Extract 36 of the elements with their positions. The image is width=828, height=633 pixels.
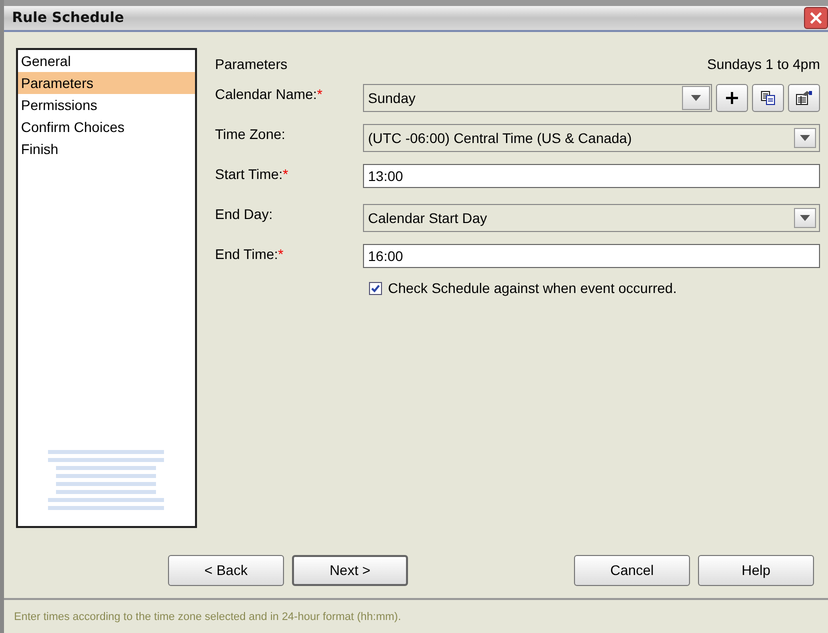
sidebar-item[interactable]: General	[18, 50, 195, 72]
status-bar: Enter times according to the time zone selected and in 24-hour format (hh:mm).	[4, 598, 828, 633]
panel-title: Parameters	[215, 56, 288, 72]
plus-icon	[725, 91, 739, 105]
field-label: End Day:	[215, 205, 274, 222]
copy-button[interactable]	[752, 84, 784, 112]
checkbox-label: Check Schedule against when event occurred.	[388, 280, 677, 296]
dialog-button[interactable]: Next >	[292, 554, 408, 586]
time-input[interactable]: 13:00	[363, 164, 820, 188]
checkbox[interactable]	[369, 282, 382, 294]
sidebar-item[interactable]: Parameters	[18, 72, 195, 94]
sidebar-item[interactable]: Permissions	[18, 94, 195, 116]
copy-icon	[760, 90, 776, 106]
field-label: Calendar Name:*	[215, 85, 324, 102]
window-title: Rule Schedule	[12, 10, 124, 26]
properties-button[interactable]	[788, 84, 820, 112]
dropdown-field[interactable]: (UTC -06:00) Central Time (US & Canada)	[363, 124, 820, 152]
dropdown-arrow-icon	[800, 215, 810, 221]
close-button[interactable]	[804, 7, 828, 29]
dropdown-arrow-icon	[691, 95, 701, 101]
dialog-button[interactable]: Cancel	[574, 554, 690, 586]
close-icon	[809, 11, 823, 25]
dropdown-field[interactable]: Sunday	[363, 84, 712, 112]
time-input[interactable]: 16:00	[363, 244, 820, 268]
dropdown-field[interactable]: Calendar Start Day	[363, 204, 820, 232]
field-label: Time Zone:	[215, 125, 286, 142]
schedule-summary: Sundays 1 to 4pm	[707, 56, 820, 72]
sidebar-item[interactable]: Finish	[18, 138, 195, 160]
properties-icon	[795, 90, 813, 106]
sidebar-item[interactable]: Confirm Choices	[18, 116, 195, 138]
dialog-button[interactable]: Help	[698, 554, 814, 586]
field-label: End Time:*	[215, 245, 284, 262]
dialog-button[interactable]: < Back	[168, 554, 284, 586]
add-button[interactable]	[716, 84, 748, 112]
field-label: Start Time:*	[215, 165, 290, 182]
dropdown-arrow-icon	[800, 135, 810, 141]
